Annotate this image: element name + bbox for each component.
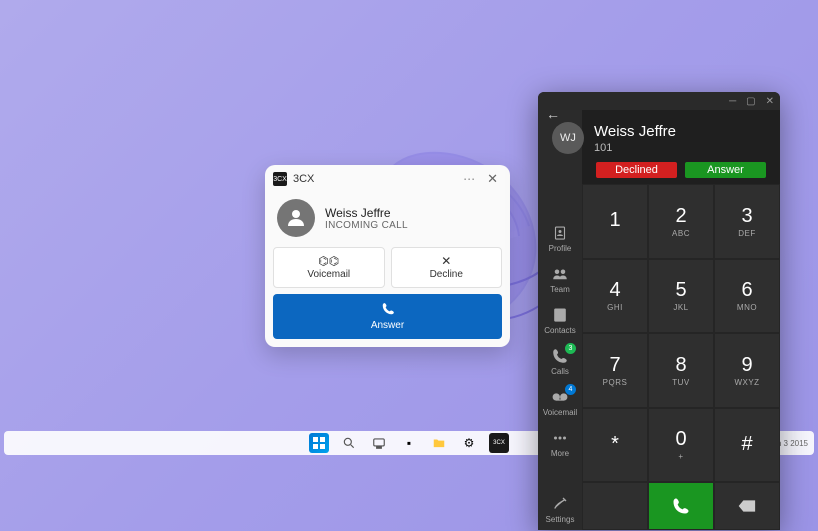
start-button[interactable] (309, 433, 329, 453)
dialer-blank-action (582, 482, 648, 530)
explorer-button[interactable] (429, 433, 449, 453)
card-close-button[interactable]: ✕ (483, 171, 502, 187)
dialer-caller-name: Weiss Jeffre (594, 123, 676, 140)
key-8[interactable]: 8TUV (648, 333, 714, 408)
app-title: 3CX (293, 173, 463, 185)
sidebar-item-calls[interactable]: 3 Calls (538, 341, 582, 382)
dial-call-button[interactable] (648, 482, 714, 530)
keypad: 1 2ABC 3DEF 4GHI 5JKL 6MNO 7PQRS 8TUV 9W… (582, 184, 780, 482)
key-0[interactable]: 0+ (648, 408, 714, 483)
search-button[interactable] (339, 433, 359, 453)
incoming-call-notification: 3CX 3CX ⋯ ✕ Weiss Jeffre INCOMING CALL ⌬… (265, 165, 510, 347)
backspace-button[interactable] (714, 482, 780, 530)
dialer-window: ─ ▢ ✕ ← Profile Team Contacts 3 Calls (538, 92, 780, 530)
caller-name: Weiss Jeffre (325, 206, 408, 220)
sidebar-item-settings[interactable]: Settings (538, 489, 582, 530)
status-answer[interactable]: Answer (685, 162, 766, 178)
calls-badge: 3 (565, 343, 576, 354)
close-icon: ✕ (392, 255, 502, 267)
dialer-extension: 101 (594, 142, 676, 154)
caller-avatar (277, 199, 315, 237)
dialer-caller-avatar: WJ (552, 122, 584, 154)
call-status: INCOMING CALL (325, 220, 408, 231)
minimize-button[interactable]: ─ (729, 96, 736, 107)
key-3[interactable]: 3DEF (714, 184, 780, 259)
sidebar-item-voicemail[interactable]: 4 Voicemail (538, 382, 582, 423)
dialer-titlebar: ─ ▢ ✕ (538, 92, 780, 110)
voicemail-icon: ⌬⌬ (274, 255, 384, 267)
taskbar-app-1[interactable]: ▪ (399, 433, 419, 453)
key-7[interactable]: 7PQRS (582, 333, 648, 408)
sidebar-item-contacts[interactable]: Contacts (538, 300, 582, 341)
voicemail-button[interactable]: ⌬⌬ Voicemail (273, 247, 385, 288)
card-menu-button[interactable]: ⋯ (463, 172, 475, 186)
status-declined[interactable]: Declined (596, 162, 677, 178)
sidebar-item-more[interactable]: More (538, 423, 582, 464)
phone-icon (273, 302, 502, 318)
key-2[interactable]: 2ABC (648, 184, 714, 259)
app-icon: 3CX (273, 172, 287, 186)
key-9[interactable]: 9WXYZ (714, 333, 780, 408)
dialer-sidebar: Profile Team Contacts 3 Calls 4 Voicemai… (538, 110, 582, 530)
back-button[interactable]: ← (546, 106, 560, 122)
answer-button[interactable]: Answer (273, 294, 502, 339)
sidebar-item-profile[interactable]: Profile (538, 218, 582, 259)
taskbar-app-2[interactable]: ⚙ (459, 433, 479, 453)
taskview-button[interactable] (369, 433, 389, 453)
key-6[interactable]: 6MNO (714, 259, 780, 334)
maximize-button[interactable]: ▢ (746, 96, 755, 107)
key-1[interactable]: 1 (582, 184, 648, 259)
voicemail-badge: 4 (565, 384, 576, 395)
decline-button[interactable]: ✕ Decline (391, 247, 503, 288)
taskbar-3cx[interactable]: 3CX (489, 433, 509, 453)
key-hash[interactable]: # (714, 408, 780, 483)
key-star[interactable]: * (582, 408, 648, 483)
sidebar-item-team[interactable]: Team (538, 259, 582, 300)
key-4[interactable]: 4GHI (582, 259, 648, 334)
close-button[interactable]: ✕ (766, 96, 774, 107)
key-5[interactable]: 5JKL (648, 259, 714, 334)
